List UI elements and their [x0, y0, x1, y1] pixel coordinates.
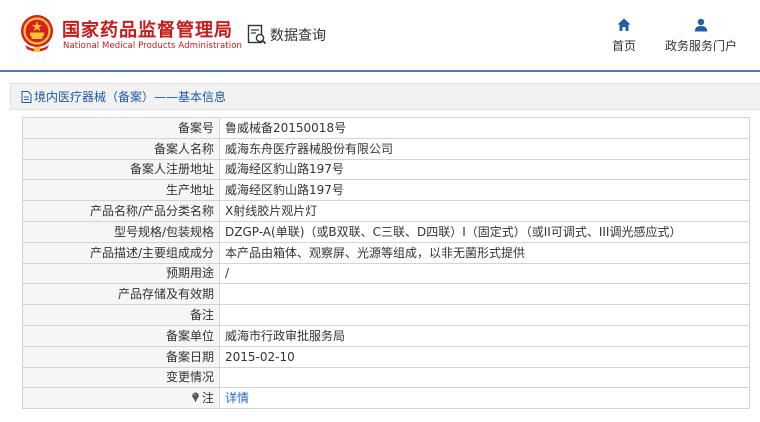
table-row: 预期用途 /	[22, 262, 750, 285]
field-label: 备案单位	[22, 324, 220, 347]
field-label: 变更情况	[22, 366, 220, 389]
table-row: 变更情况	[22, 366, 750, 389]
org-name-cn: 国家药品监督管理局	[62, 20, 233, 41]
field-label: 备注	[22, 304, 220, 326]
table-row: 备注	[22, 304, 750, 326]
note-label: 注	[201, 391, 214, 406]
field-value: 威海市行政审批服务局	[219, 324, 750, 347]
field-label: 备案人名称	[22, 137, 220, 160]
home-icon	[617, 18, 631, 31]
field-value: DZGP-A(单联)（或B双联、C三联、D四联）I（固定式）（或II可调式、II…	[219, 220, 750, 243]
table-row: 备案日期 2015-02-10	[22, 345, 750, 368]
pin-icon	[192, 392, 199, 403]
data-query-link[interactable]: 数据查询	[247, 24, 326, 46]
field-value: 威海经区豹山路197号	[219, 179, 750, 202]
field-label: 备案人注册地址	[22, 158, 220, 181]
field-value: 2015-02-10	[219, 345, 750, 368]
nav-home-label: 首页	[611, 39, 636, 53]
field-value	[219, 283, 750, 306]
table-row: 产品存储及有效期	[22, 283, 750, 306]
table-row: 型号规格/包装规格 DZGP-A(单联)（或B双联、C三联、D四联）I（固定式）…	[22, 220, 750, 243]
header-divider	[0, 70, 760, 72]
field-label: 备案号	[22, 117, 220, 139]
field-label: 产品描述/主要组成成分	[22, 241, 220, 264]
table-row: 备案人名称 威海东舟医疗器械股份有限公司	[22, 137, 750, 160]
field-label: 产品存储及有效期	[22, 283, 220, 306]
field-label: 型号规格/包装规格	[22, 220, 220, 243]
table-row: 备案单位 威海市行政审批服务局	[22, 324, 750, 347]
field-label: 生产地址	[22, 179, 220, 202]
basic-info-table: 备案号 鲁威械备20150018号 备案人名称 威海东舟医疗器械股份有限公司 备…	[22, 117, 750, 410]
field-value	[219, 366, 750, 389]
document-icon	[21, 90, 32, 103]
section-header: 境内医疗器械（备案）——基本信息	[10, 83, 760, 110]
national-emblem-icon	[21, 15, 53, 52]
field-value: 鲁威械备20150018号	[219, 117, 750, 139]
note-value-cell: 详情	[219, 387, 750, 410]
detail-link[interactable]: 详情	[225, 391, 249, 405]
table-row: 产品描述/主要组成成分 本产品由箱体、观察屏、光源等组成，以非无菌形式提供	[22, 241, 750, 264]
nav-service-portal[interactable]: 政务服务门户	[662, 18, 740, 54]
data-query-label: 数据查询	[270, 28, 326, 44]
field-value: 本产品由箱体、观察屏、光源等组成，以非无菌形式提供	[219, 241, 750, 264]
field-value: /	[219, 262, 750, 285]
table-row: 产品名称/产品分类名称 X射线胶片观片灯	[22, 200, 750, 222]
note-row: 注 详情	[22, 387, 750, 410]
table-row: 备案号 鲁威械备20150018号	[22, 117, 750, 139]
nav-service-portal-label: 政务服务门户	[664, 39, 737, 53]
table-row: 生产地址 威海经区豹山路197号	[22, 179, 750, 202]
nav-home[interactable]: 首页	[609, 18, 639, 54]
note-label-cell: 注	[22, 387, 220, 410]
site-header: 国家药品监督管理局 National Medical Products Admi…	[0, 0, 760, 70]
field-value: 威海经区豹山路197号	[219, 158, 750, 181]
field-label: 产品名称/产品分类名称	[22, 200, 220, 222]
field-value	[219, 304, 750, 326]
document-search-icon	[247, 24, 267, 45]
user-icon	[694, 18, 708, 32]
field-label: 备案日期	[22, 345, 220, 368]
field-value: 威海东舟医疗器械股份有限公司	[219, 137, 750, 160]
section-title: 境内医疗器械（备案）——基本信息	[34, 90, 227, 104]
field-label: 预期用途	[22, 262, 220, 285]
field-value: X射线胶片观片灯	[219, 200, 750, 222]
table-row: 备案人注册地址 威海经区豹山路197号	[22, 158, 750, 181]
org-name-en: National Medical Products Administration	[63, 41, 242, 51]
